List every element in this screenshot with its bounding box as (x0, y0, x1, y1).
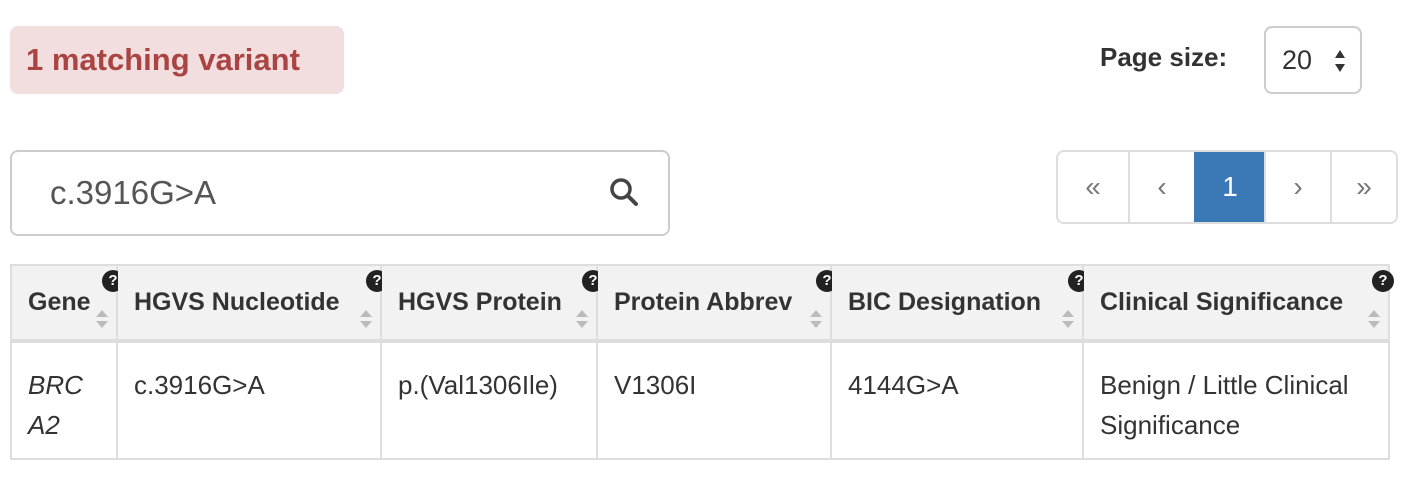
column-header-hgvs-protein[interactable]: HGVS Protein ? (380, 264, 604, 343)
cell-bic-designation: 4144G>A (830, 340, 1084, 460)
next-page-button[interactable]: › (1264, 152, 1330, 222)
column-header-label: BIC Designation (848, 288, 1042, 316)
column-header-protein-abbrev[interactable]: Protein Abbrev ? (596, 264, 838, 343)
column-header-label: HGVS Protein (398, 288, 562, 316)
column-header-label: Gene (28, 288, 91, 316)
column-header-label: HGVS Nucleotide (134, 288, 340, 316)
cell-hgvs-nucleotide: c.3916G>A (116, 340, 382, 460)
sort-icon[interactable] (1366, 307, 1382, 331)
first-page-button[interactable]: « (1058, 152, 1128, 222)
cell-protein-abbrev: V1306I (596, 340, 832, 460)
column-header-gene[interactable]: Gene ? (10, 264, 124, 343)
sort-icon[interactable] (808, 307, 824, 331)
sort-icon[interactable] (574, 307, 590, 331)
page-size-label: Page size: (1100, 42, 1228, 72)
column-header-label: Protein Abbrev (614, 288, 793, 316)
search-input[interactable] (48, 170, 588, 216)
help-icon[interactable]: ? (1372, 270, 1394, 292)
sort-icon[interactable] (358, 307, 374, 331)
matching-variant-count: 1 matching variant (10, 26, 344, 94)
page-1-button[interactable]: 1 (1194, 152, 1264, 222)
sort-icon[interactable] (1060, 307, 1076, 331)
search-icon[interactable] (608, 176, 640, 208)
cell-clinical-significance: Benign / Little Clinical Significance (1082, 340, 1390, 460)
cell-gene: BRCA2 (10, 340, 118, 460)
select-arrows-icon (1335, 50, 1345, 72)
table-header-row: Gene ? HGVS Nucleotide ? HGVS Protein ? … (10, 264, 1394, 343)
column-header-clinical-significance[interactable]: Clinical Significance ? (1082, 264, 1394, 343)
page-size-value: 20 (1282, 45, 1313, 75)
cell-hgvs-protein: p.(Val1306Ile) (380, 340, 598, 460)
last-page-button[interactable]: » (1330, 152, 1396, 222)
column-header-bic-designation[interactable]: BIC Designation ? (830, 264, 1090, 343)
search-field[interactable] (10, 150, 670, 236)
column-header-label: Clinical Significance (1100, 288, 1344, 316)
column-header-hgvs-nucleotide[interactable]: HGVS Nucleotide ? (116, 264, 388, 343)
variants-table: Gene ? HGVS Nucleotide ? HGVS Protein ? … (10, 264, 1394, 460)
pagination: « ‹ 1 › » (1056, 150, 1398, 224)
prev-page-button[interactable]: ‹ (1128, 152, 1194, 222)
table-row[interactable]: BRCA2 c.3916G>A p.(Val1306Ile) V1306I 41… (10, 340, 1390, 460)
sort-icon[interactable] (94, 307, 110, 331)
page-size-select[interactable]: 20 (1264, 26, 1362, 94)
